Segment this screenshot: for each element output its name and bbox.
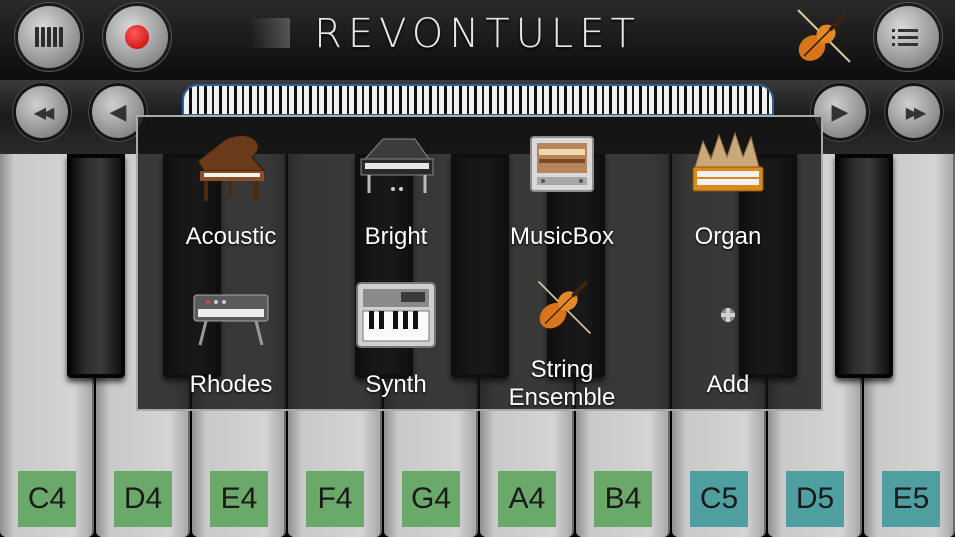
key-label: D5 — [786, 471, 844, 527]
instrument-musicbox[interactable]: MusicBox — [477, 119, 647, 264]
key-label: C4 — [18, 471, 76, 527]
menu-icon — [892, 28, 918, 46]
fast-forward-icon: ▶▶ — [905, 102, 927, 122]
instrument-label: Synth — [365, 371, 427, 398]
key-label: A4 — [498, 471, 556, 527]
instrument-label: MusicBox — [509, 223, 615, 250]
key-label: C5 — [690, 471, 748, 527]
instrument-label: Add — [706, 371, 750, 398]
prev-icon: ◀ — [109, 99, 127, 125]
synth-icon — [356, 282, 436, 348]
instrument-add[interactable]: Add — [643, 267, 813, 409]
instrument-acoustic[interactable]: Acoustic — [146, 119, 316, 264]
keyboard-icon — [35, 27, 63, 47]
black-key-c-sharp4[interactable] — [67, 154, 125, 378]
next-icon: ▶ — [831, 99, 849, 125]
black-key-d-sharp5[interactable] — [835, 154, 893, 378]
keyboard-button[interactable] — [18, 6, 80, 68]
music-box-icon — [530, 136, 594, 192]
instrument-picker: Acoustic Bright MusicBox Organ Rhodes Sy… — [136, 115, 823, 411]
violin-icon — [537, 280, 592, 335]
key-label: G4 — [402, 471, 460, 527]
key-label: F4 — [306, 471, 364, 527]
instrument-label: Acoustic — [185, 223, 277, 250]
fast-forward-button[interactable]: ▶▶ — [888, 86, 940, 138]
instrument-label: Rhodes — [189, 371, 273, 398]
instrument-rhodes[interactable]: Rhodes — [146, 267, 316, 409]
grand-piano-icon — [197, 135, 266, 201]
key-label: E5 — [882, 471, 940, 527]
keyboard-overview-slider[interactable] — [182, 84, 774, 116]
violin-icon[interactable] — [784, 4, 856, 70]
record-icon — [125, 25, 149, 49]
instrument-label: Bright — [364, 223, 428, 250]
organ-icon — [692, 131, 764, 192]
rewind-icon: ◀◀ — [33, 102, 55, 122]
piano-icon — [360, 138, 434, 193]
instrument-organ[interactable]: Organ — [643, 119, 813, 264]
electric-piano-icon — [193, 294, 269, 346]
key-label: D4 — [114, 471, 172, 527]
key-label: B4 — [594, 471, 652, 527]
instrument-synth[interactable]: Synth — [311, 267, 481, 409]
instrument-bright[interactable]: Bright — [311, 119, 481, 264]
rewind-button[interactable]: ◀◀ — [16, 86, 68, 138]
key-label: E4 — [210, 471, 268, 527]
add-icon — [721, 308, 735, 322]
instrument-label: Organ — [694, 223, 762, 250]
menu-button[interactable] — [877, 6, 939, 68]
app-title: REVONTULET — [314, 11, 641, 57]
record-button[interactable] — [106, 6, 168, 68]
instrument-label: String Ensemble — [508, 356, 616, 411]
instrument-string-ensemble[interactable]: String Ensemble — [477, 267, 647, 411]
